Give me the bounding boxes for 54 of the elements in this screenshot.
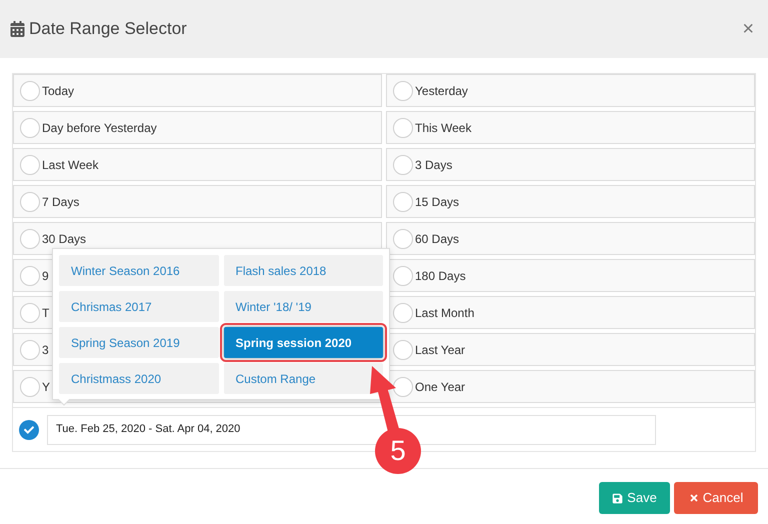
option-label: 7 Days [42, 194, 80, 210]
calendar-icon [10, 21, 25, 37]
option-label: Y [42, 378, 50, 396]
radio-button[interactable] [20, 302, 40, 322]
option-row[interactable]: Day before Yesterday [13, 111, 382, 144]
option-label: 60 Days [415, 230, 460, 248]
option-label: 30 Days [42, 230, 86, 248]
option-row[interactable]: Today [13, 74, 382, 107]
option-label: Today [42, 82, 74, 100]
option-label: Yesterday [415, 82, 468, 100]
radio-button[interactable] [20, 228, 40, 248]
close-button[interactable]: × [742, 14, 754, 44]
option-row[interactable]: This Week [386, 111, 755, 144]
radio-button[interactable] [20, 80, 40, 100]
radio-button[interactable] [393, 118, 413, 138]
option-row[interactable]: 3 Days [386, 148, 755, 181]
radio-checked[interactable] [19, 420, 39, 440]
save-icon [612, 492, 624, 504]
check-icon [24, 424, 34, 434]
option-label: This Week [415, 120, 472, 136]
option-label: Last Week [42, 156, 98, 174]
option-row[interactable]: Last Week [13, 148, 382, 181]
option-row[interactable]: 15 Days [386, 185, 755, 218]
radio-button[interactable] [20, 340, 40, 360]
option-row[interactable]: Yesterday [386, 74, 755, 107]
radio-button[interactable] [20, 266, 40, 286]
option-label: 15 Days [415, 194, 460, 210]
close-icon [688, 493, 699, 503]
radio-button[interactable] [393, 266, 413, 286]
option-label: Day before Yesterday [42, 120, 157, 136]
radio-button[interactable] [20, 192, 40, 212]
option-label: 3 [42, 342, 49, 358]
radio-button[interactable] [393, 340, 413, 360]
option-label: 180 Days [415, 268, 466, 284]
option-label: 9 [42, 268, 49, 284]
preset-button[interactable]: Spring session 2020 [224, 327, 383, 358]
option-label: One Year [415, 378, 466, 396]
option-label: T [42, 304, 50, 322]
option-label: Last Year [415, 342, 466, 358]
radio-button[interactable] [393, 154, 413, 174]
cancel-button[interactable]: Cancel [674, 482, 758, 514]
option-label: Last Month [415, 304, 474, 322]
option-label: 3 Days [415, 156, 452, 174]
radio-button[interactable] [20, 376, 40, 396]
radio-button[interactable] [393, 192, 413, 212]
radio-button[interactable] [393, 228, 413, 248]
radio-button[interactable] [393, 376, 413, 396]
option-row[interactable]: 7 Days [13, 185, 382, 218]
window-title: Date Range Selector [29, 18, 187, 40]
option-row[interactable]: 60 Days [386, 222, 755, 255]
radio-button[interactable] [20, 118, 40, 138]
radio-button[interactable] [393, 80, 413, 100]
radio-button[interactable] [20, 154, 40, 174]
radio-button[interactable] [393, 302, 413, 322]
